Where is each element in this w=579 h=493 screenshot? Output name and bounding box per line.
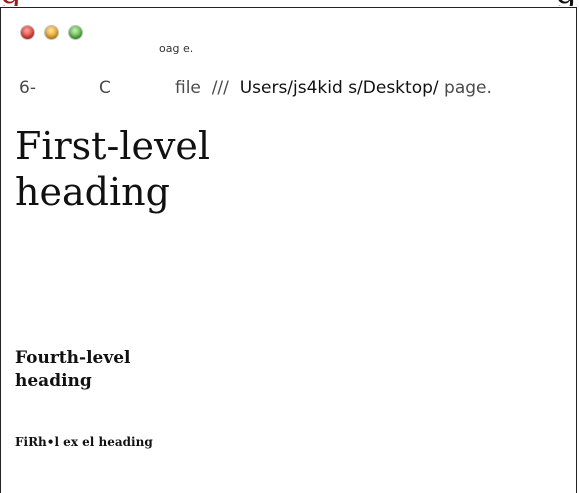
title-bar: oag e.: [1, 8, 576, 60]
url-file: page.: [438, 78, 492, 98]
minimize-window-button[interactable]: [45, 26, 58, 39]
reload-button[interactable]: C: [99, 78, 111, 98]
browser-window: oag e. 6- C file /// Users/js4kid s/Desk…: [0, 7, 577, 493]
first-level-heading: First-level heading: [15, 124, 211, 214]
url-scheme: file ///: [175, 78, 240, 98]
page-content: First-level heading Fourth-level heading…: [15, 123, 555, 449]
zoom-window-button[interactable]: [69, 26, 82, 39]
clipped-heading-right: g: [555, 0, 577, 6]
clipped-heading-left: g: [0, 0, 22, 6]
fourth-level-heading: Fourth-level heading: [15, 348, 131, 391]
close-window-button[interactable]: [21, 26, 34, 39]
address-bar: 6- C file /// Users/js4kid s/Desktop/ pa…: [1, 70, 576, 104]
url-field[interactable]: file /// Users/js4kid s/Desktop/ page.: [175, 78, 492, 98]
window-controls: [21, 26, 82, 39]
fifth-level-heading: FiRh•l ex el heading: [15, 435, 153, 449]
tab-title[interactable]: oag e.: [159, 42, 193, 55]
clipped-heading-strip: g g: [0, 0, 579, 6]
back-button[interactable]: 6-: [19, 78, 36, 98]
url-path: Users/js4kid s/Desktop/: [239, 78, 439, 98]
